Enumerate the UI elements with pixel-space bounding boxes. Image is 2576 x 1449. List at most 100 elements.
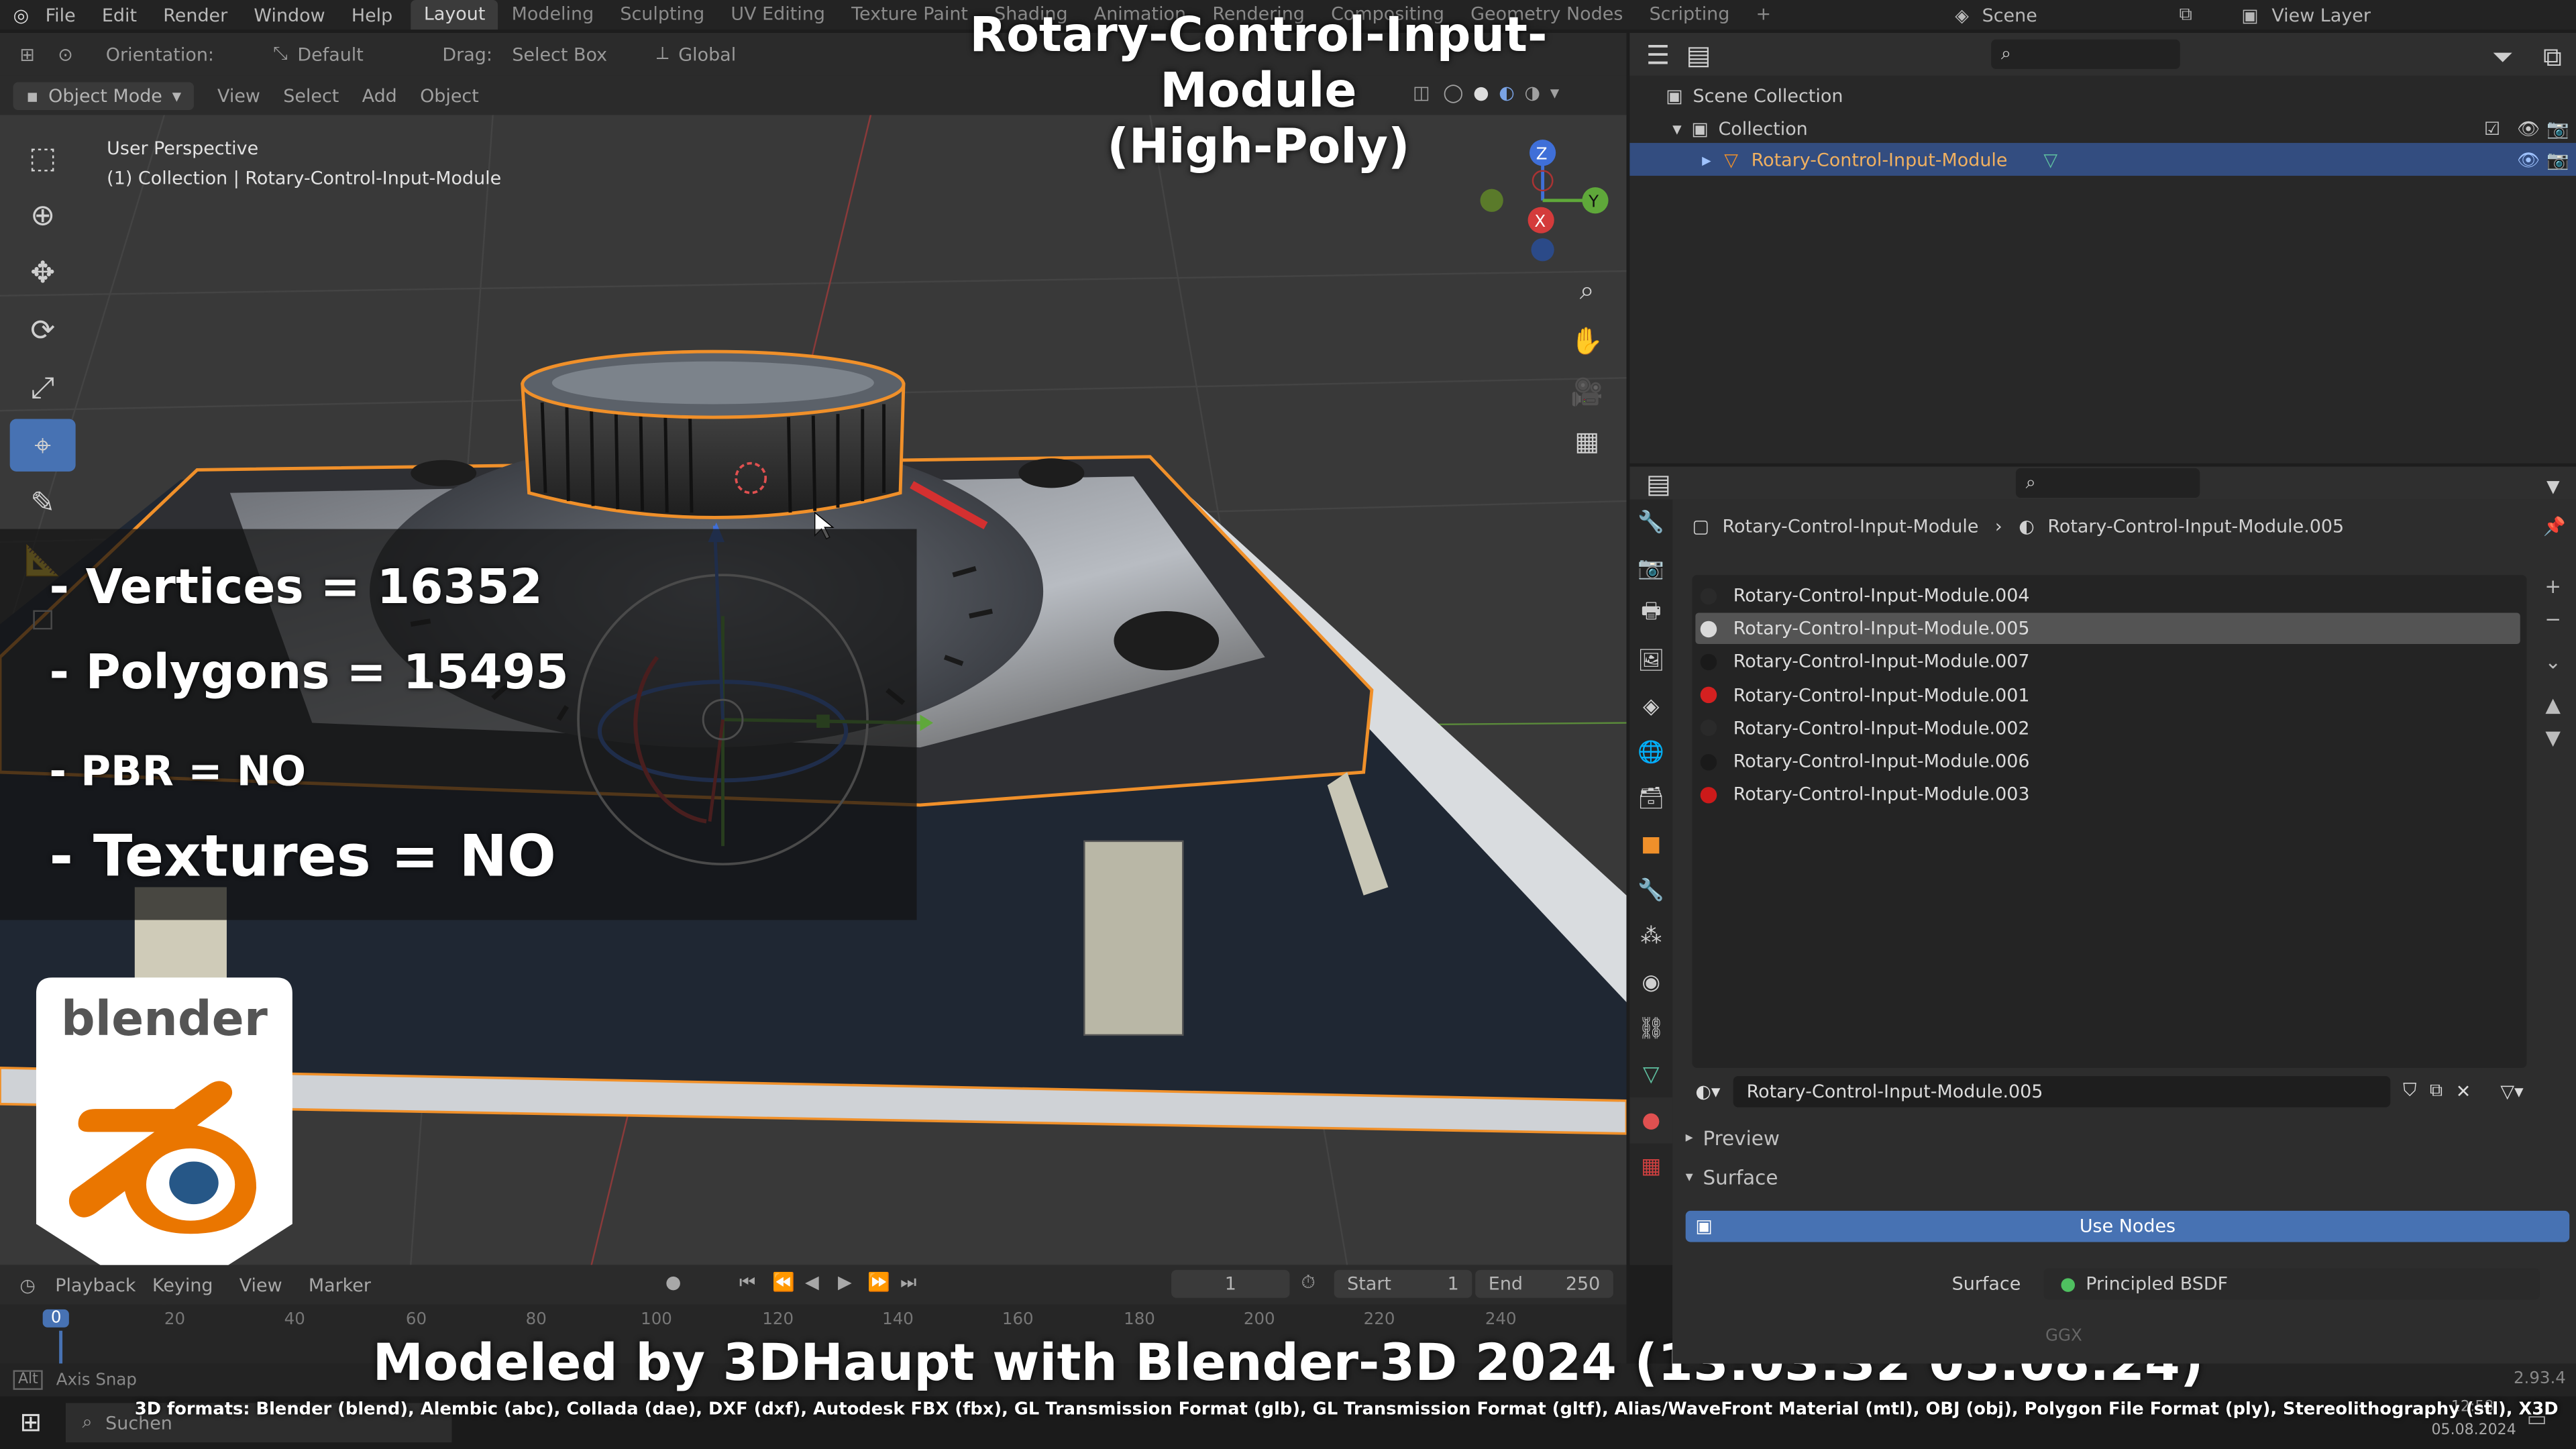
move-slot-down-icon[interactable]: ▼ <box>2536 726 2569 755</box>
menu-help[interactable]: Help <box>352 4 392 25</box>
material-tab-icon[interactable]: ● <box>1629 1097 1673 1144</box>
menu-view[interactable]: View <box>217 85 260 106</box>
properties-search-field[interactable]: ⌕ <box>2015 468 2200 498</box>
constraints-tab-icon[interactable]: ⛓ <box>1629 1006 1672 1052</box>
move-slot-up-icon[interactable]: ▲ <box>2536 693 2569 722</box>
collection-exclude-checkbox[interactable]: ☑ <box>2484 117 2500 139</box>
new-collection-icon[interactable]: ⧉ <box>2543 41 2562 74</box>
material-slot-row[interactable]: Rotary-Control-Input-Module.001 <box>1695 680 2520 711</box>
outliner-filter-icon[interactable]: ⏷ <box>2492 41 2513 74</box>
material-slot-row[interactable]: Rotary-Control-Input-Module.007 <box>1695 646 2520 678</box>
properties-editor-icon[interactable]: ▤ <box>1646 468 1671 499</box>
menu-add[interactable]: Add <box>362 85 397 106</box>
object-render-icon[interactable]: 📷 <box>2546 149 2569 170</box>
menu-keying[interactable]: Keying <box>152 1274 213 1295</box>
modifier-tab-icon[interactable]: 🔧 <box>1629 867 1672 914</box>
surface-shader-selector[interactable]: ● Principled BSDF <box>2043 1267 2540 1299</box>
menu-render[interactable]: Render <box>163 4 227 25</box>
select-box-tool-icon[interactable]: ⬚ <box>10 131 76 184</box>
annotate-tool-icon[interactable]: ✎ <box>10 476 76 529</box>
collection-visibility-icon[interactable]: 👁 <box>2517 117 2540 139</box>
world-tab-icon[interactable]: 🌐 <box>1629 729 1672 775</box>
new-scene-icon[interactable]: ⧉ <box>2180 3 2192 26</box>
material-slot-row[interactable]: Rotary-Control-Input-Module.002 <box>1695 712 2520 744</box>
properties-options-icon[interactable]: ▾ <box>2546 470 2560 501</box>
transform-tool-icon[interactable]: ⌖ <box>9 419 76 472</box>
next-keyframe-icon[interactable]: ⏩ <box>867 1272 890 1293</box>
camera-view-icon[interactable]: 🎥 <box>1566 370 1609 413</box>
transform-orientation-dropdown[interactable]: Global <box>678 44 736 65</box>
menu-object[interactable]: Object <box>420 85 479 106</box>
expand-icon[interactable]: ▾ <box>1672 117 1682 139</box>
use-nodes-button[interactable]: ▣ Use Nodes <box>1685 1210 2570 1242</box>
collection-render-icon[interactable]: 📷 <box>2546 117 2569 139</box>
preview-panel-header[interactable]: ▸ Preview <box>1686 1127 1780 1150</box>
play-icon[interactable]: ▶ <box>838 1272 852 1293</box>
expand-object-icon[interactable]: ▸ <box>1702 149 1711 170</box>
unlink-material-icon[interactable]: ✕ <box>2456 1080 2471 1102</box>
particles-tab-icon[interactable]: ⁂ <box>1629 914 1672 960</box>
tab-sculpting[interactable]: Sculpting <box>607 0 718 30</box>
texture-tab-icon[interactable]: ▦ <box>1629 1144 1672 1190</box>
autokey-record-icon[interactable]: ● <box>665 1272 682 1293</box>
prev-keyframe-icon[interactable]: ⏪ <box>772 1272 795 1293</box>
view-layer-selector[interactable]: View Layer <box>2271 4 2436 25</box>
menu-window[interactable]: Window <box>254 4 325 25</box>
view-layer-tab-icon[interactable]: 🖼 <box>1629 637 1672 684</box>
current-frame-field[interactable]: 1 <box>1171 1270 1290 1298</box>
material-type-icon[interactable]: ▽▾ <box>2500 1080 2523 1102</box>
add-workspace-icon[interactable]: + <box>1743 0 1784 30</box>
remove-slot-icon[interactable]: − <box>2536 608 2569 637</box>
data-tab-icon[interactable]: ▽ <box>1629 1051 1672 1097</box>
mesh-data-icon[interactable]: ▽ <box>2043 149 2057 170</box>
surface-panel-header[interactable]: ▾ Surface <box>1686 1167 1778 1189</box>
end-frame-field[interactable]: End 250 <box>1475 1270 1613 1298</box>
menu-file[interactable]: File <box>46 4 76 25</box>
outliner-display-mode-icon[interactable]: ▤ <box>1686 39 1711 70</box>
orientation-dropdown[interactable]: Default <box>297 44 363 65</box>
menu-marker[interactable]: Marker <box>309 1274 371 1295</box>
editor-type-icon[interactable]: ⊞ <box>19 44 35 65</box>
physics-tab-icon[interactable]: ◉ <box>1629 959 1672 1006</box>
material-browse-icon[interactable]: ◐▾ <box>1695 1080 1720 1102</box>
menu-select[interactable]: Select <box>283 85 339 106</box>
ortho-grid-icon[interactable]: ▦ <box>1566 419 1609 462</box>
scale-tool-icon[interactable]: ⤢ <box>10 362 76 414</box>
timeline-editor-icon[interactable]: ◷ <box>19 1274 36 1295</box>
menu-playback[interactable]: Playback <box>55 1274 136 1295</box>
material-slot-row[interactable]: Rotary-Control-Input-Module.004 <box>1695 580 2520 611</box>
pan-hand-icon[interactable]: ✋ <box>1566 319 1609 362</box>
menu-edit[interactable]: Edit <box>102 4 137 25</box>
tab-modeling[interactable]: Modeling <box>498 0 607 30</box>
scene-tab-icon[interactable]: ◈ <box>1629 684 1672 730</box>
scene-selector[interactable]: Scene <box>1982 4 2180 25</box>
blender-logo-icon[interactable]: ◎ <box>13 4 30 25</box>
zoom-icon[interactable]: ⌕ <box>1566 270 1609 313</box>
add-slot-icon[interactable]: + <box>2536 575 2569 604</box>
move-tool-icon[interactable]: ✥ <box>10 246 76 299</box>
outliner-collection[interactable]: ▾ ▣ Collection ☑ 👁 📷 <box>1629 112 2576 145</box>
output-tab-icon[interactable]: 🖶 <box>1629 592 1672 638</box>
tool-tab-icon[interactable]: 🔧 <box>1629 499 1672 545</box>
object-tab-icon[interactable]: ■ <box>1629 822 1672 868</box>
tab-uv-editing[interactable]: UV Editing <box>718 0 839 30</box>
stopwatch-icon[interactable]: ⏱ <box>1301 1272 1316 1295</box>
material-name-field[interactable]: Rotary-Control-Input-Module.005 <box>1733 1075 2390 1107</box>
pin-icon[interactable]: 📌 <box>2543 516 2566 537</box>
rotate-tool-icon[interactable]: ⟳ <box>10 304 76 356</box>
start-frame-field[interactable]: Start 1 <box>1334 1270 1472 1298</box>
fake-user-icon[interactable]: ⛉ <box>2403 1079 2416 1102</box>
drag-dropdown[interactable]: Select Box <box>512 44 607 65</box>
tab-scripting[interactable]: Scripting <box>1636 0 1743 30</box>
mode-selector[interactable]: ▪ Object Mode ▾ <box>13 81 195 109</box>
slot-specials-icon[interactable]: ⌄ <box>2536 651 2569 680</box>
active-tool-icon[interactable]: ⊙ <box>58 44 73 65</box>
play-reverse-icon[interactable]: ◀ <box>805 1272 819 1293</box>
outliner-editor-icon[interactable]: ☰ <box>1646 39 1670 70</box>
material-slot-row[interactable]: Rotary-Control-Input-Module.005 <box>1695 612 2520 645</box>
windows-start-icon[interactable]: ⊞ <box>19 1406 42 1438</box>
object-visibility-icon[interactable]: 👁 <box>2517 149 2540 170</box>
distribution-field-partial[interactable]: GGX <box>2045 1328 2082 1346</box>
duplicate-material-icon[interactable]: ⧉ <box>2430 1079 2443 1102</box>
playhead-frame[interactable]: 0 <box>42 1309 70 1328</box>
